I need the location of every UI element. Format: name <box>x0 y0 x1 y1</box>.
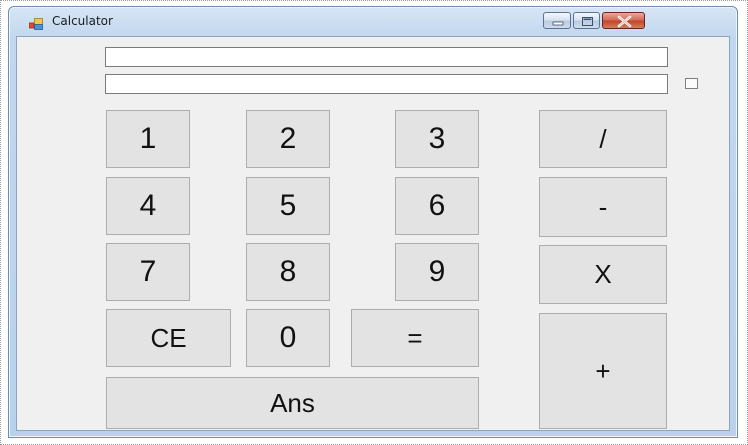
key-9-button[interactable]: 9 <box>395 243 479 301</box>
key-1-button[interactable]: 1 <box>106 110 190 168</box>
key-0-button[interactable]: 0 <box>246 309 330 367</box>
key-2-button[interactable]: 2 <box>246 110 330 168</box>
equals-button[interactable]: = <box>351 309 479 367</box>
divide-button[interactable]: / <box>539 110 667 168</box>
result-textbox[interactable] <box>105 74 668 94</box>
window-title: Calculator <box>52 14 113 28</box>
key-5-button[interactable]: 5 <box>246 177 330 235</box>
title-bar[interactable]: Calculator <box>9 7 737 35</box>
checkbox[interactable] <box>685 78 698 89</box>
clear-entry-button[interactable]: CE <box>106 309 231 367</box>
windows-form-icon <box>28 15 43 30</box>
answer-button[interactable]: Ans <box>106 377 479 429</box>
form-client-area: 1 2 3 / 4 5 6 - 7 8 9 X CE 0 = + Ans <box>16 36 730 431</box>
minimize-button[interactable] <box>543 12 571 29</box>
key-4-button[interactable]: 4 <box>106 177 190 235</box>
maximize-button[interactable] <box>573 12 600 29</box>
key-3-button[interactable]: 3 <box>395 110 479 168</box>
close-icon <box>617 15 632 28</box>
key-7-button[interactable]: 7 <box>106 243 190 301</box>
key-6-button[interactable]: 6 <box>395 177 479 235</box>
minimize-icon <box>552 21 564 26</box>
multiply-button[interactable]: X <box>539 245 667 304</box>
maximize-icon <box>582 17 593 26</box>
key-8-button[interactable]: 8 <box>246 243 330 301</box>
input-textbox[interactable] <box>105 47 668 67</box>
subtract-button[interactable]: - <box>539 177 667 237</box>
add-button[interactable]: + <box>539 313 667 429</box>
calculator-window: Calculator 1 2 3 / 4 5 6 - 7 8 9 X CE 0 … <box>8 6 738 438</box>
close-button[interactable] <box>602 12 645 29</box>
